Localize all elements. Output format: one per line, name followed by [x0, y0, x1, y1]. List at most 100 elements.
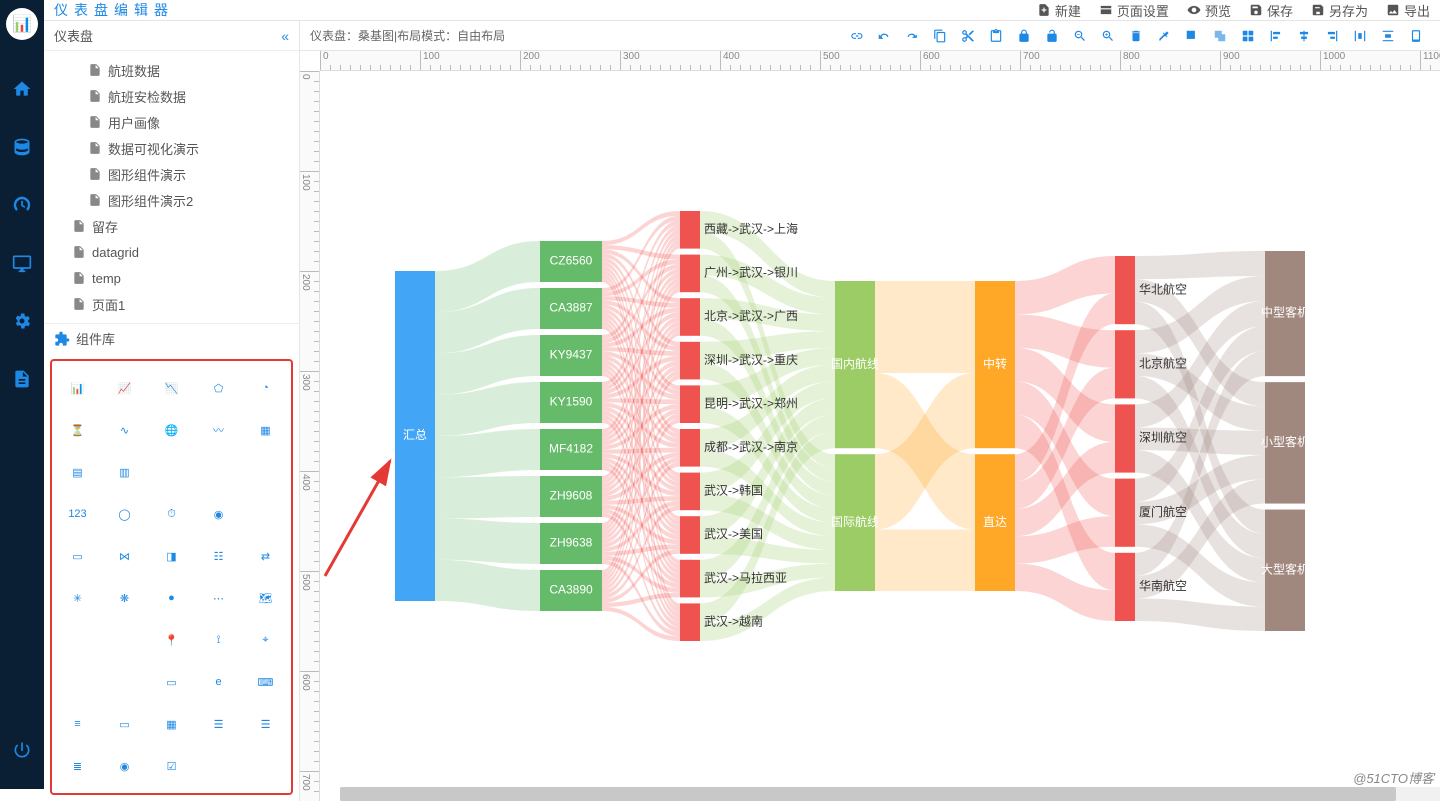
- tool-cut[interactable]: [954, 22, 982, 50]
- component-item[interactable]: 🗺: [244, 579, 287, 617]
- tool-back[interactable]: [1206, 22, 1234, 50]
- component-item[interactable]: 〰: [197, 411, 240, 449]
- component-item[interactable]: [103, 621, 146, 659]
- tool-align-center[interactable]: [1290, 22, 1318, 50]
- component-item[interactable]: ▦: [150, 705, 193, 743]
- tool-align-right[interactable]: [1318, 22, 1346, 50]
- action-new[interactable]: 新建: [1037, 1, 1081, 20]
- component-item[interactable]: ❋: [103, 579, 146, 617]
- app-logo[interactable]: 📊: [6, 8, 38, 40]
- tool-delete[interactable]: [1122, 22, 1150, 50]
- tool-front[interactable]: [1178, 22, 1206, 50]
- sankey-chart[interactable]: 汇总CZ6560CA3887KY9437KY1590MF4182ZH9608ZH…: [395, 211, 1395, 641]
- component-item[interactable]: ⏱: [150, 495, 193, 533]
- component-item[interactable]: ▭: [103, 705, 146, 743]
- tree-item[interactable]: 航班数据: [44, 57, 299, 83]
- component-item[interactable]: [150, 453, 193, 491]
- tool-lock[interactable]: [1010, 22, 1038, 50]
- component-item[interactable]: ⟟: [197, 621, 240, 659]
- component-item[interactable]: ●: [150, 579, 193, 617]
- component-item[interactable]: ☑: [150, 747, 193, 785]
- tool-clear[interactable]: [1150, 22, 1178, 50]
- component-item[interactable]: ▭: [150, 663, 193, 701]
- tree-item[interactable]: 航班安检数据: [44, 83, 299, 109]
- nav-power[interactable]: [0, 721, 44, 779]
- tool-distribute-h[interactable]: [1346, 22, 1374, 50]
- canvas[interactable]: 汇总CZ6560CA3887KY9437KY1590MF4182ZH9608ZH…: [320, 71, 1440, 801]
- tree-item[interactable]: temp: [44, 265, 299, 291]
- nav-data[interactable]: [0, 118, 44, 176]
- nav-display[interactable]: [0, 234, 44, 292]
- tool-mobile[interactable]: [1402, 22, 1430, 50]
- tool-group[interactable]: [1234, 22, 1262, 50]
- component-item[interactable]: [244, 495, 287, 533]
- component-item[interactable]: 🌐: [150, 411, 193, 449]
- tool-copy[interactable]: [926, 22, 954, 50]
- tool-undo[interactable]: [870, 22, 898, 50]
- component-item[interactable]: ▭: [56, 537, 99, 575]
- component-item[interactable]: ≡: [56, 705, 99, 743]
- component-item[interactable]: [197, 453, 240, 491]
- component-item[interactable]: [244, 453, 287, 491]
- tree-item[interactable]: 页面1: [44, 291, 299, 317]
- component-item[interactable]: ⬠: [197, 369, 240, 407]
- component-item[interactable]: 📈: [103, 369, 146, 407]
- component-item[interactable]: ◉: [197, 495, 240, 533]
- tool-align-left[interactable]: [1262, 22, 1290, 50]
- nav-report[interactable]: [0, 350, 44, 408]
- component-item[interactable]: [56, 621, 99, 659]
- component-item[interactable]: ⋯: [197, 579, 240, 617]
- tree-item[interactable]: 留存: [44, 213, 299, 239]
- action-save[interactable]: 保存: [1249, 1, 1293, 20]
- component-item[interactable]: ⌖: [244, 621, 287, 659]
- tool-distribute-v[interactable]: [1374, 22, 1402, 50]
- component-item[interactable]: 📉: [150, 369, 193, 407]
- collapse-sidebar-icon[interactable]: «: [281, 28, 289, 44]
- horizontal-scrollbar[interactable]: [340, 787, 1440, 801]
- component-item[interactable]: ∿: [103, 411, 146, 449]
- action-export[interactable]: 导出: [1386, 1, 1430, 20]
- tree-item[interactable]: 图形组件演示: [44, 161, 299, 187]
- tree-item[interactable]: 数据可视化演示: [44, 135, 299, 161]
- tree-item[interactable]: datagrid: [44, 239, 299, 265]
- action-preview[interactable]: 预览: [1187, 1, 1231, 20]
- component-item[interactable]: ◯: [103, 495, 146, 533]
- component-item[interactable]: ◨: [150, 537, 193, 575]
- action-page-settings[interactable]: 页面设置: [1099, 1, 1169, 20]
- component-item[interactable]: ≣: [56, 747, 99, 785]
- component-item[interactable]: ▦: [244, 411, 287, 449]
- component-item[interactable]: ☰: [244, 705, 287, 743]
- tool-redo[interactable]: [898, 22, 926, 50]
- component-item[interactable]: [103, 663, 146, 701]
- tool-paste[interactable]: [982, 22, 1010, 50]
- component-item[interactable]: ◔: [244, 369, 287, 407]
- nav-settings[interactable]: [0, 292, 44, 350]
- component-item[interactable]: ⌨: [244, 663, 287, 701]
- tree-item[interactable]: 图形组件演示2: [44, 187, 299, 213]
- component-item[interactable]: ⇄: [244, 537, 287, 575]
- nav-dashboard[interactable]: [0, 176, 44, 234]
- canvas-area: 仪表盘：桑基图 | 布局模式：自由布局: [300, 21, 1440, 801]
- component-item[interactable]: ▤: [56, 453, 99, 491]
- dashboard-tree: 航班数据航班安检数据用户画像数据可视化演示图形组件演示图形组件演示2留存data…: [44, 51, 299, 323]
- component-item[interactable]: [56, 663, 99, 701]
- tool-link[interactable]: [842, 22, 870, 50]
- component-item[interactable]: 📍: [150, 621, 193, 659]
- tool-zoom-in[interactable]: [1094, 22, 1122, 50]
- component-item[interactable]: ☰: [197, 705, 240, 743]
- component-item[interactable]: ▥: [103, 453, 146, 491]
- component-item[interactable]: e: [197, 663, 240, 701]
- component-item[interactable]: ⋈: [103, 537, 146, 575]
- component-item[interactable]: ◉: [103, 747, 146, 785]
- tool-zoom-out[interactable]: [1066, 22, 1094, 50]
- component-item[interactable]: 123: [56, 495, 99, 533]
- component-item[interactable]: ☷: [197, 537, 240, 575]
- nav-home[interactable]: [0, 60, 44, 118]
- component-item[interactable]: 📊: [56, 369, 99, 407]
- component-item[interactable]: ⏳: [56, 411, 99, 449]
- tool-unlock[interactable]: [1038, 22, 1066, 50]
- component-item[interactable]: ✳: [56, 579, 99, 617]
- svg-text:西藏->武汉->上海: 西藏->武汉->上海: [704, 221, 798, 236]
- action-save-as[interactable]: 另存为: [1311, 1, 1368, 20]
- tree-item[interactable]: 用户画像: [44, 109, 299, 135]
